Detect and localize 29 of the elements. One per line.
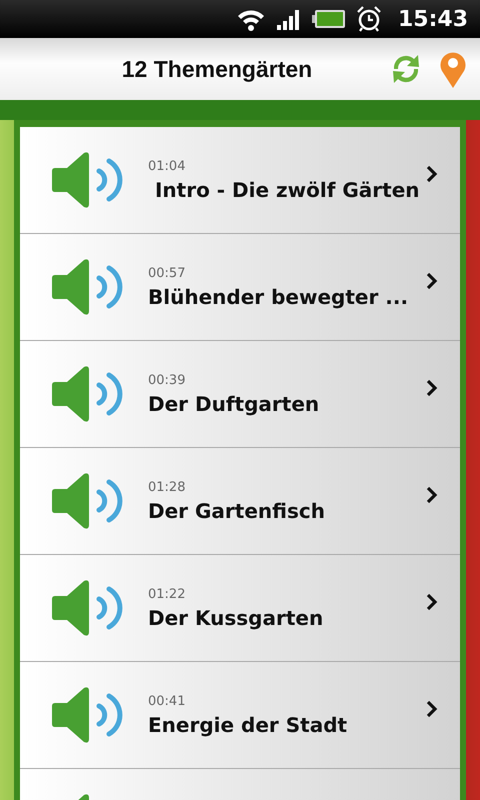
track-title: Intro - Die zwölf Gärten [154,178,421,202]
chevron-right-icon [426,272,438,290]
track-title: Blühender bewegter ... [148,284,410,308]
track-duration: 00:39 [148,372,186,388]
chevron-right-icon [426,165,438,183]
track-duration: 01:22 [148,586,186,602]
track-duration: 00:41 [148,694,186,708]
chevron-right-icon [426,379,438,397]
track-row[interactable]: 01:28 Der Gartenfisch [20,448,460,555]
track-row[interactable]: 00:41 Energie der Stadt [20,662,460,769]
status-time: 15:43 [398,6,468,32]
track-row[interactable]: 01:04 Intro - Die zwölf Gärten [20,127,460,234]
track-title: Energie der Stadt [148,712,348,736]
track-row[interactable]: 01:22 Der Kussgarten [20,555,460,662]
chevron-right-icon [426,486,438,504]
track-title: Der Duftgarten [148,392,320,416]
track-row[interactable]: 00:57 Blühender bewegter ... [20,234,460,341]
track-title: Der Gartenfisch [148,498,326,522]
battery-icon [312,9,346,29]
chevron-right-icon [426,700,438,718]
screen-title: 12 Themengärten [120,56,314,82]
track-duration: 01:28 [148,480,186,494]
track-duration: 00:57 [148,266,186,280]
signal-icon [276,8,302,30]
track-duration: 01:04 [148,158,186,174]
track-title: Der Kussgarten [148,606,324,630]
alarm-clock-icon [356,6,382,32]
chevron-right-icon [426,593,438,611]
track-row[interactable]: 00:39 Der Duftgarten [20,341,460,448]
